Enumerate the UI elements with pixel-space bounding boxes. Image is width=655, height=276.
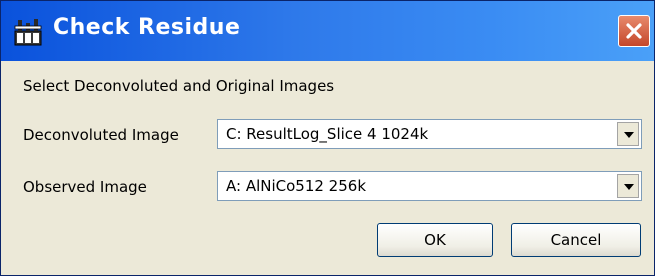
- ok-button[interactable]: OK: [377, 223, 493, 257]
- window-title: Check Residue: [53, 15, 241, 40]
- deconvoluted-image-label: Deconvoluted Image: [23, 126, 179, 144]
- observed-image-value: A: AlNiCo512 256k: [226, 177, 367, 195]
- observed-dropdown-button[interactable]: [617, 174, 639, 198]
- check-residue-dialog: Check Residue Select Deconvoluted and Or…: [0, 0, 655, 276]
- close-button[interactable]: [618, 15, 650, 47]
- deconvoluted-image-select[interactable]: C: ResultLog_Slice 4 1024k: [217, 119, 642, 149]
- observed-image-select[interactable]: A: AlNiCo512 256k: [217, 171, 642, 201]
- title-bar[interactable]: Check Residue: [1, 1, 654, 61]
- cancel-button[interactable]: Cancel: [511, 223, 641, 257]
- deconvoluted-dropdown-button[interactable]: [617, 122, 639, 146]
- observed-image-label: Observed Image: [23, 178, 147, 196]
- app-icon: [13, 17, 43, 47]
- instruction-text: Select Deconvoluted and Original Images: [23, 77, 335, 95]
- deconvoluted-image-value: C: ResultLog_Slice 4 1024k: [226, 125, 429, 143]
